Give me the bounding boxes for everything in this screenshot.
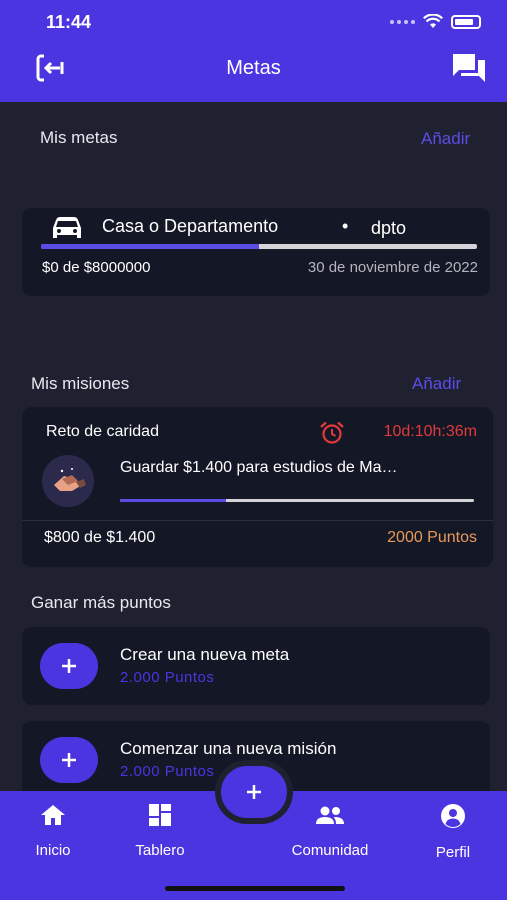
charity-hands-icon	[42, 455, 94, 507]
mission-timer: 10d:10h:36m	[383, 423, 477, 440]
tab-label: Inicio	[35, 842, 71, 859]
create-goal-title: Crear una nueva meta	[120, 645, 290, 664]
page-title: Metas	[226, 57, 281, 79]
dashboard-icon	[149, 804, 171, 826]
alarm-clock-icon	[320, 421, 344, 444]
tab-tablero[interactable]: Tablero	[110, 803, 210, 859]
start-mission-button[interactable]	[40, 737, 98, 783]
tab-comunidad[interactable]: Comunidad	[280, 803, 380, 859]
mission-progress-bar	[120, 499, 474, 502]
mission-card[interactable]: Reto de caridad 10d:10h:36m Guardar $1.4…	[22, 407, 493, 567]
profile-icon	[441, 804, 465, 828]
add-fab-button[interactable]	[221, 766, 287, 818]
add-mission-link[interactable]: Añadir	[412, 374, 461, 394]
goal-name: Casa o Departamento	[102, 216, 279, 236]
goal-tag: dpto	[371, 218, 407, 238]
wifi-icon	[423, 14, 443, 28]
home-indicator	[165, 886, 345, 891]
tab-label: Perfil	[435, 844, 471, 861]
mission-points: 2000 Puntos	[387, 529, 477, 546]
missions-section-title: Mis misiones	[31, 374, 130, 393]
battery-icon	[451, 14, 481, 29]
plus-icon	[247, 785, 261, 799]
mission-title: Guardar $1.400 para estudios de Ma…	[120, 459, 398, 476]
tab-perfil[interactable]: Perfil	[403, 803, 503, 861]
people-icon	[316, 806, 344, 824]
mission-amount: $800 de $1.400	[44, 529, 156, 546]
goals-section-title: Mis metas	[40, 128, 118, 147]
tab-label: Comunidad	[291, 842, 369, 859]
start-mission-title: Comenzar una nueva misión	[120, 739, 337, 758]
add-goal-link[interactable]: Añadir	[421, 129, 470, 149]
goal-progress-bar	[41, 244, 477, 249]
plus-icon	[62, 659, 76, 673]
goal-date: 30 de noviembre de 2022	[307, 259, 478, 276]
status-icons	[390, 14, 481, 29]
goal-progress-fill	[41, 244, 259, 249]
status-time: 11:44	[46, 12, 92, 32]
goal-card[interactable]: Casa o Departamento • dpto $0 de $800000…	[22, 208, 490, 296]
create-goal-points: 2.000 Puntos	[120, 669, 215, 686]
create-goal-card[interactable]: Crear una nueva meta 2.000 Puntos	[22, 627, 490, 705]
goal-amount: $0 de $8000000	[42, 259, 151, 276]
start-mission-points: 2.000 Puntos	[120, 763, 215, 780]
earn-section-title: Ganar más puntos	[31, 593, 171, 612]
tab-inicio[interactable]: Inicio	[3, 803, 103, 859]
plus-icon	[62, 753, 76, 767]
header: 11:44 Metas	[0, 0, 507, 102]
divider	[22, 520, 493, 521]
tab-label: Tablero	[135, 842, 185, 859]
signal-icon	[390, 19, 415, 24]
car-icon	[53, 217, 81, 238]
create-goal-button[interactable]	[40, 643, 98, 689]
fab-container	[215, 760, 293, 824]
home-icon	[41, 805, 65, 825]
mission-type: Reto de caridad	[46, 423, 159, 440]
chat-icon[interactable]	[451, 52, 487, 84]
mission-progress-fill	[120, 499, 227, 502]
goal-bullet: •	[342, 216, 349, 236]
